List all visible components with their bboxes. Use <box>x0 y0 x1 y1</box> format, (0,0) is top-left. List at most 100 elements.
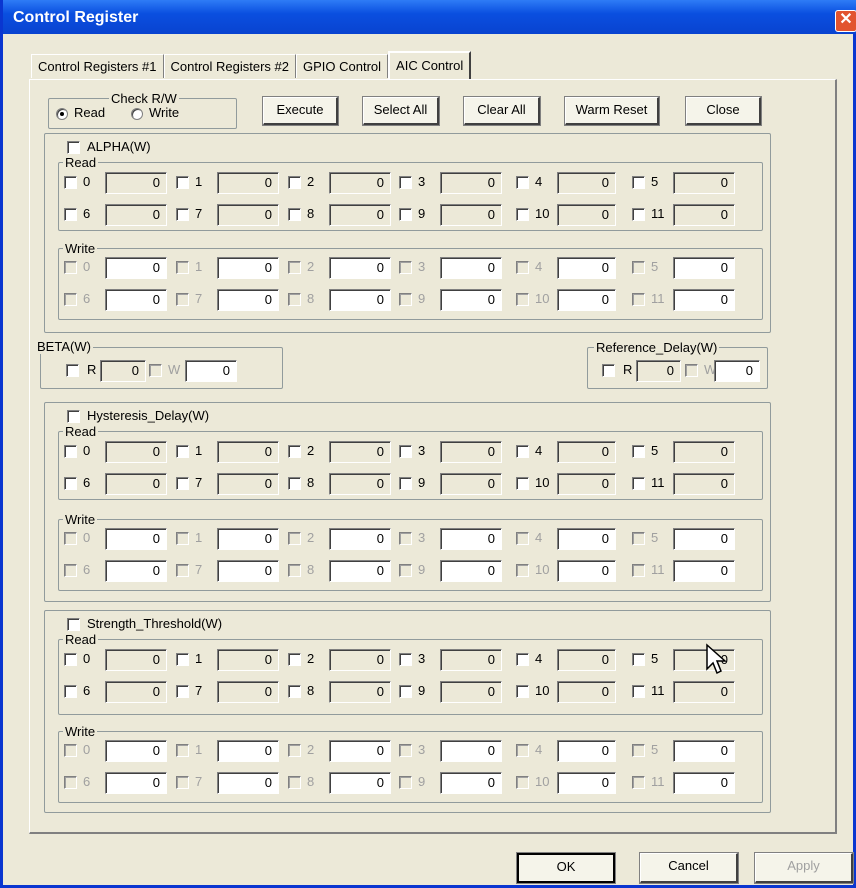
bit-checkbox[interactable] <box>399 208 412 221</box>
bit-checkbox[interactable] <box>632 208 645 221</box>
bit-checkbox[interactable] <box>632 477 645 490</box>
bit-value-field[interactable]: 0 <box>440 289 502 311</box>
bit-checkbox[interactable] <box>288 653 301 666</box>
bit-value-field[interactable]: 0 <box>329 528 391 550</box>
bit-checkbox[interactable] <box>516 208 529 221</box>
bit-checkbox[interactable] <box>64 685 77 698</box>
refdelay-w-field[interactable]: 0 <box>714 360 760 382</box>
bit-value-field[interactable]: 0 <box>105 528 167 550</box>
execute-button[interactable]: Execute <box>262 96 339 126</box>
bit-checkbox <box>399 564 412 577</box>
beta-w-field[interactable]: 0 <box>185 360 237 382</box>
tab-control-registers-1[interactable]: Control Registers #1 <box>31 54 164 78</box>
bit-checkbox[interactable] <box>176 653 189 666</box>
bit-value-field[interactable]: 0 <box>217 772 279 794</box>
bit-value-field[interactable]: 0 <box>557 289 616 311</box>
bit-value-field[interactable]: 0 <box>329 289 391 311</box>
bit-value-field[interactable]: 0 <box>329 257 391 279</box>
bit-value-field[interactable]: 0 <box>105 560 167 582</box>
bit-checkbox[interactable] <box>632 653 645 666</box>
bit-checkbox[interactable] <box>516 176 529 189</box>
bit-checkbox[interactable] <box>516 653 529 666</box>
bit-checkbox <box>399 261 412 274</box>
bit-checkbox[interactable] <box>176 445 189 458</box>
hysteresis-checkbox[interactable] <box>67 410 80 423</box>
bit-checkbox[interactable] <box>288 685 301 698</box>
bit-value-field[interactable]: 0 <box>105 772 167 794</box>
bit-value-field[interactable]: 0 <box>329 560 391 582</box>
bit-checkbox[interactable] <box>176 208 189 221</box>
bit-checkbox[interactable] <box>64 176 77 189</box>
bit-checkbox[interactable] <box>399 176 412 189</box>
bit-checkbox[interactable] <box>288 445 301 458</box>
bit-checkbox[interactable] <box>399 685 412 698</box>
bit-value-field[interactable]: 0 <box>217 257 279 279</box>
bit-checkbox <box>516 744 529 757</box>
tab-gpio-control[interactable]: GPIO Control <box>296 54 389 78</box>
bit-checkbox[interactable] <box>516 477 529 490</box>
bit-value-field[interactable]: 0 <box>440 257 502 279</box>
bit-checkbox[interactable] <box>176 685 189 698</box>
bit-checkbox <box>176 532 189 545</box>
bit-value-field[interactable]: 0 <box>440 528 502 550</box>
bit-value-field[interactable]: 0 <box>217 289 279 311</box>
clear-all-button[interactable]: Clear All <box>463 96 541 126</box>
bit-value-field[interactable]: 0 <box>673 772 735 794</box>
refdelay-r-checkbox[interactable] <box>602 364 615 377</box>
bit-value-field[interactable]: 0 <box>673 289 735 311</box>
bit-value-field[interactable]: 0 <box>329 740 391 762</box>
bit-value-field[interactable]: 0 <box>329 772 391 794</box>
bit-checkbox[interactable] <box>64 477 77 490</box>
bit-checkbox[interactable] <box>288 208 301 221</box>
bit-label: 5 <box>651 259 659 274</box>
bit-value-field[interactable]: 0 <box>557 772 616 794</box>
beta-r-label: R <box>87 362 97 377</box>
bit-value-field[interactable]: 0 <box>557 257 616 279</box>
bit-value-field[interactable]: 0 <box>217 528 279 550</box>
bit-value-field[interactable]: 0 <box>673 740 735 762</box>
ok-button[interactable]: OK <box>516 852 616 884</box>
bit-label: 7 <box>195 475 203 490</box>
bit-checkbox[interactable] <box>399 445 412 458</box>
bit-checkbox[interactable] <box>288 176 301 189</box>
warm-reset-button[interactable]: Warm Reset <box>564 96 660 126</box>
write-radio[interactable] <box>131 108 143 120</box>
bit-value-field[interactable]: 0 <box>440 772 502 794</box>
bit-checkbox[interactable] <box>64 208 77 221</box>
bit-checkbox[interactable] <box>64 653 77 666</box>
bit-value-field[interactable]: 0 <box>440 560 502 582</box>
bit-value-field[interactable]: 0 <box>557 528 616 550</box>
bit-checkbox[interactable] <box>516 445 529 458</box>
select-all-button[interactable]: Select All <box>362 96 440 126</box>
bit-checkbox[interactable] <box>632 445 645 458</box>
bit-value-field[interactable]: 0 <box>673 257 735 279</box>
strength-checkbox[interactable] <box>67 618 80 631</box>
tab-aic-control[interactable]: AIC Control <box>388 51 472 79</box>
bit-value-field[interactable]: 0 <box>217 740 279 762</box>
bit-value-field[interactable]: 0 <box>440 740 502 762</box>
bit-checkbox[interactable] <box>399 477 412 490</box>
bit-value-field[interactable]: 0 <box>673 528 735 550</box>
bit-checkbox[interactable] <box>176 477 189 490</box>
alpha-checkbox[interactable] <box>67 141 80 154</box>
bit-value-field[interactable]: 0 <box>105 740 167 762</box>
bit-value-field[interactable]: 0 <box>105 257 167 279</box>
bit-checkbox[interactable] <box>64 445 77 458</box>
bit-value-field[interactable]: 0 <box>673 560 735 582</box>
bit-checkbox[interactable] <box>632 685 645 698</box>
cancel-button[interactable]: Cancel <box>639 852 739 884</box>
bit-checkbox[interactable] <box>516 685 529 698</box>
bit-checkbox[interactable] <box>288 477 301 490</box>
bit-value-field[interactable]: 0 <box>217 560 279 582</box>
bit-value-field[interactable]: 0 <box>105 289 167 311</box>
bit-value-field[interactable]: 0 <box>557 560 616 582</box>
beta-r-checkbox[interactable] <box>66 364 79 377</box>
tab-control-registers-2[interactable]: Control Registers #2 <box>163 54 296 78</box>
bit-checkbox[interactable] <box>399 653 412 666</box>
close-window-button[interactable]: ✕ <box>835 10 856 32</box>
bit-value-field[interactable]: 0 <box>557 740 616 762</box>
bit-checkbox[interactable] <box>176 176 189 189</box>
read-radio[interactable] <box>56 108 68 120</box>
close-button[interactable]: Close <box>685 96 762 126</box>
bit-checkbox[interactable] <box>632 176 645 189</box>
